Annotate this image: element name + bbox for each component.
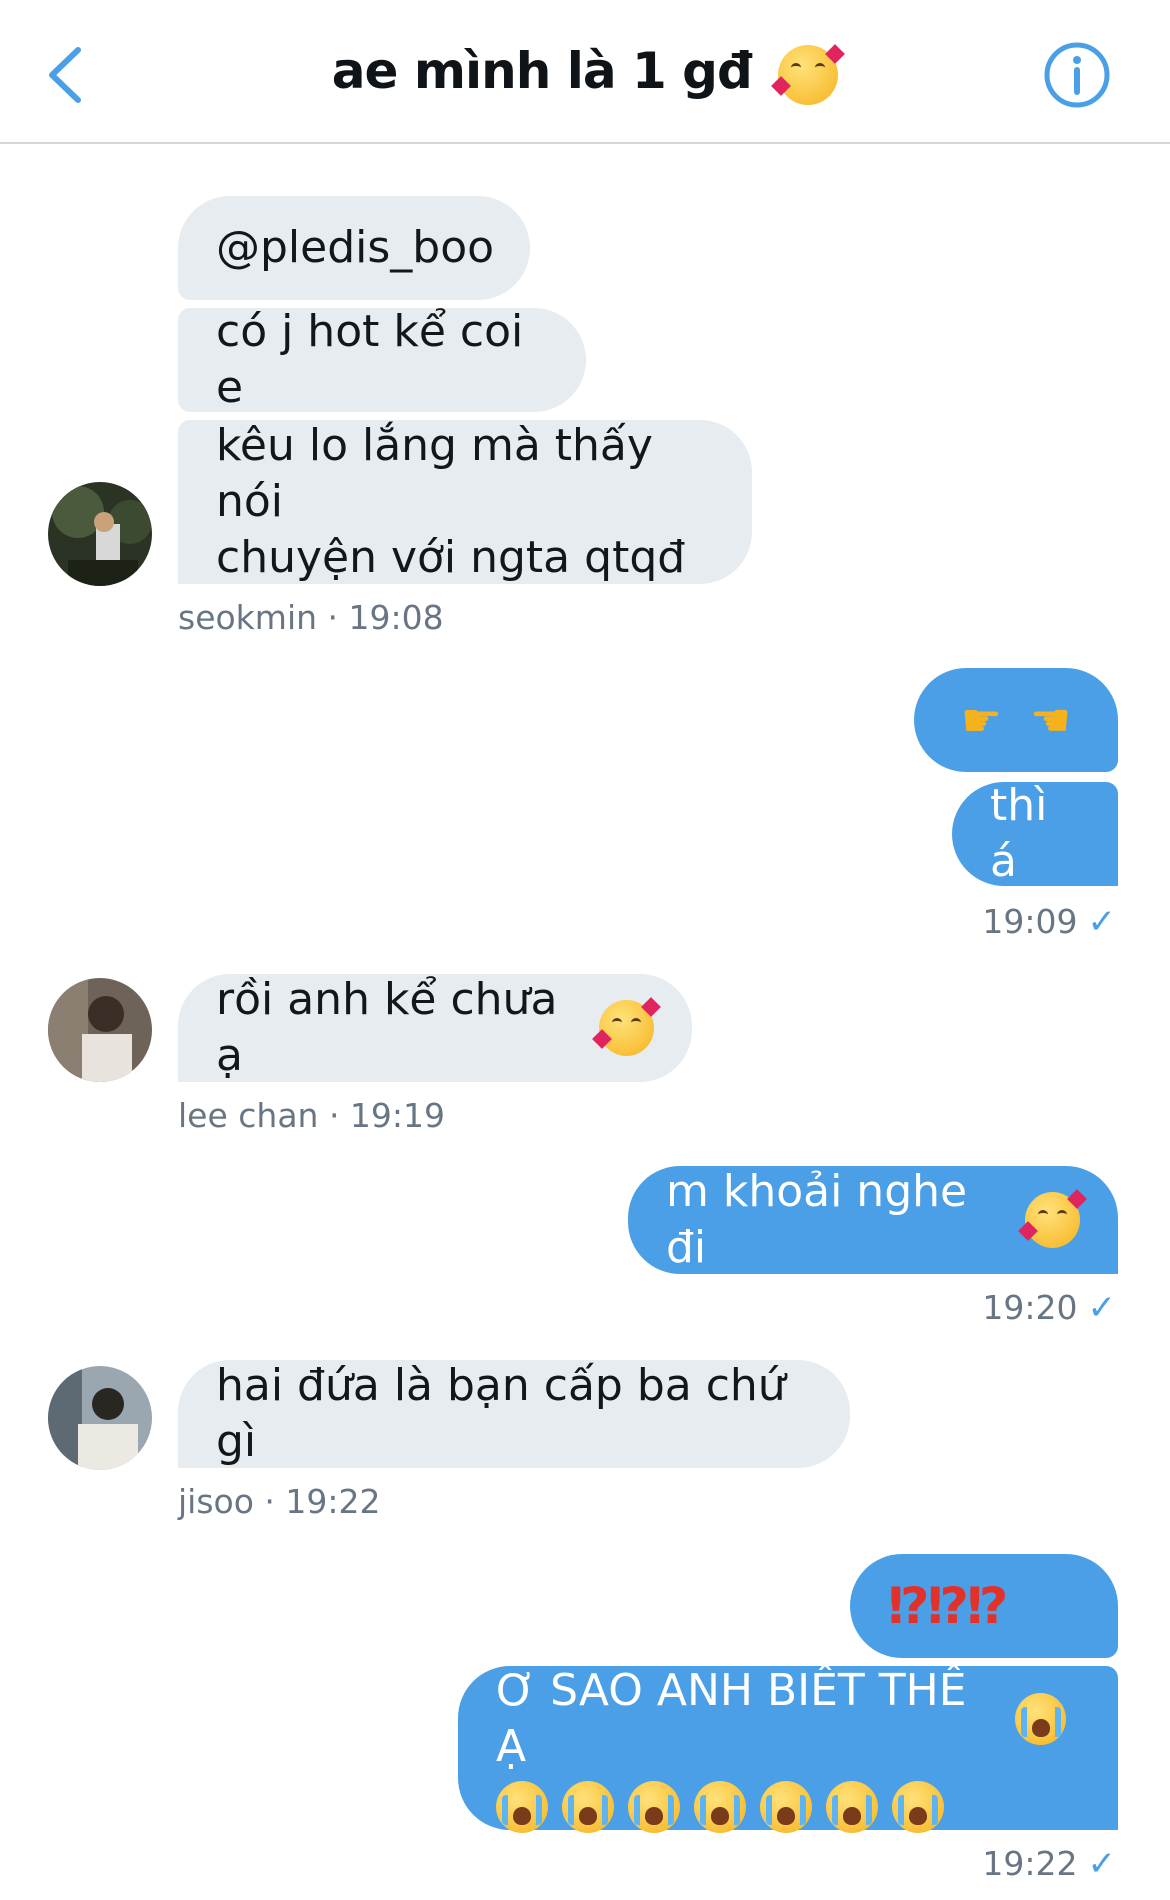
avatar[interactable] [48, 1366, 152, 1470]
sent-check-icon: ✓ [1087, 902, 1117, 942]
message-text: Ơ SAO ANH BIẾT THẾ Ạ [496, 1665, 967, 1772]
message-time: 19:22 [982, 1844, 1078, 1883]
message-list[interactable]: @pledis_boo có j hot kể coi e kêu lo lắn… [0, 0, 1170, 1900]
message-text: hai đứa là bạn cấp ba chứ gì [216, 1360, 786, 1467]
message-meta: jisoo · 19:22 [178, 1482, 381, 1521]
message-text: m khoải nghe đi [666, 1166, 968, 1273]
message-bubble[interactable]: hai đứa là bạn cấp ba chứ gì [178, 1360, 850, 1468]
pointing-right-icon: ☛ [960, 693, 1002, 747]
interrobang-icon: ⁉⁉⁉ [888, 1577, 1008, 1635]
message-bubble[interactable]: m khoải nghe đi [628, 1166, 1118, 1274]
avatar[interactable] [48, 482, 152, 586]
loudly-crying-face-icon [760, 1781, 812, 1833]
message-bubble[interactable]: thì á [952, 780, 1118, 887]
loudly-crying-face-icon [1015, 1693, 1066, 1745]
message-bubble[interactable]: Ơ SAO ANH BIẾT THẾ Ạ [458, 1665, 1118, 1833]
message-bubble[interactable]: có j hot kể coi e [178, 306, 586, 413]
message-bubble[interactable]: kêu lo lắng mà thấy nói chuyện với ngta … [178, 420, 752, 584]
message-meta: 19:22 ✓ [900, 1844, 1116, 1884]
loudly-crying-face-icon [826, 1781, 878, 1833]
message-meta: lee chan · 19:19 [178, 1096, 446, 1135]
loudly-crying-face-icon [562, 1781, 614, 1833]
message-meta: seokmin · 19:08 [178, 598, 444, 637]
message-bubble[interactable]: ☛ ☚ [914, 668, 1118, 772]
message-bubble[interactable]: ⁉⁉⁉ [850, 1554, 1118, 1658]
loudly-crying-face-icon [496, 1781, 548, 1833]
message-meta: 19:09 ✓ [900, 902, 1116, 942]
message-bubble[interactable]: @pledis_boo [178, 196, 530, 300]
pointing-left-icon: ☚ [1030, 693, 1072, 747]
message-meta: 19:20 ✓ [900, 1288, 1116, 1328]
loudly-crying-face-icon [892, 1781, 944, 1833]
loudly-crying-face-icon [628, 1781, 680, 1833]
loudly-crying-face-icon [694, 1781, 746, 1833]
message-time: 19:20 [982, 1288, 1078, 1327]
sent-check-icon: ✓ [1087, 1288, 1117, 1328]
message-time: 19:09 [982, 902, 1078, 941]
smiling-face-with-hearts-icon [1018, 1189, 1087, 1248]
sent-check-icon: ✓ [1087, 1844, 1117, 1884]
message-text: kêu lo lắng mà thấy nói chuyện với ngta … [216, 420, 686, 583]
message-text: có j hot kể coi e [216, 306, 524, 413]
message-text: thì á [990, 780, 1048, 887]
message-text: rồi anh kể chưa ạ [216, 974, 558, 1081]
message-bubble[interactable]: rồi anh kể chưa ạ [178, 974, 692, 1082]
message-text: @pledis_boo [216, 222, 495, 273]
smiling-face-with-hearts-icon [592, 997, 661, 1056]
avatar[interactable] [48, 978, 152, 1082]
